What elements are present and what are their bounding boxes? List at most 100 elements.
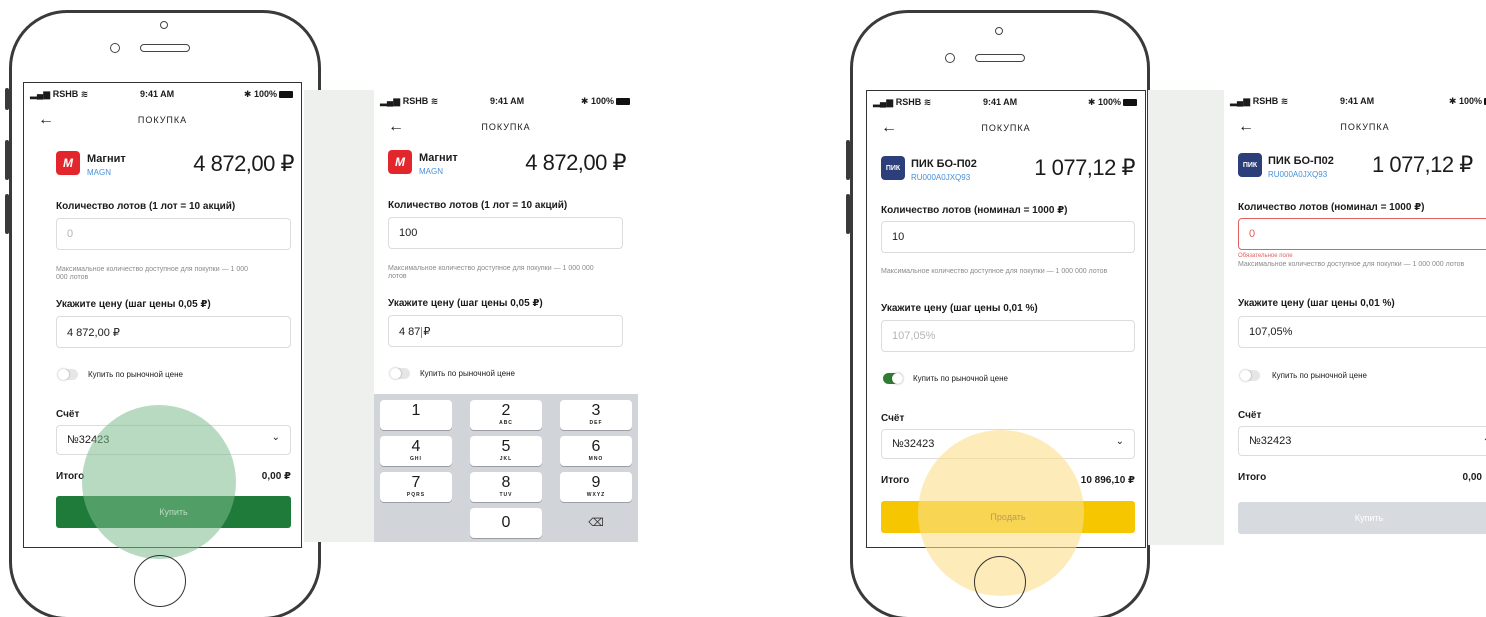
battery-icon <box>1123 99 1137 107</box>
carrier-label: ▂▄▆ RSHB ≋ <box>873 97 932 107</box>
market-price-toggle[interactable] <box>390 368 410 379</box>
nav-bar: ← ПОКУПКА <box>1224 118 1486 136</box>
account-select[interactable]: №32423 ⌄ <box>56 425 291 455</box>
max-lots-hint: Максимальное количество доступное для по… <box>1238 261 1465 268</box>
page-title: ПОКУПКА <box>137 115 188 125</box>
market-price-label: Купить по рыночной цене <box>913 374 1008 383</box>
battery-indicator: ✱ 100% <box>1088 97 1137 108</box>
lots-label: Количество лотов (1 лот = 10 акций) <box>388 200 568 211</box>
account-value: №32423 <box>1249 435 1292 447</box>
security-price: 1 077,12 ₽ <box>1372 152 1473 177</box>
key-5[interactable]: 5 JKL <box>470 436 542 466</box>
security-price: 1 077,12 ₽ <box>1034 155 1135 180</box>
total-value: 0,00 <box>1462 472 1482 483</box>
price-input[interactable]: 4 872,00 ₽ <box>56 316 291 348</box>
numeric-keypad: 1 2 ABC 3 DEF 4 GHI 5 JKL 6 MNO 7 PQRS 8 TUV 9W… <box>374 394 638 542</box>
camera-dot <box>945 53 955 63</box>
market-price-toggle[interactable] <box>58 369 78 380</box>
home-button[interactable] <box>974 556 1026 608</box>
lots-input[interactable]: 0 <box>1238 218 1486 250</box>
security-name: ПИК БО-П02 <box>1268 155 1334 167</box>
buy-button-disabled: Купить <box>1238 502 1486 534</box>
total-label: Итого <box>56 471 85 482</box>
key-3[interactable]: 3 DEF <box>560 400 632 430</box>
battery-indicator: ✱ 100% <box>1449 96 1486 107</box>
price-input[interactable]: 107,05% <box>881 320 1135 352</box>
key-4[interactable]: 4 GHI <box>380 436 452 466</box>
screen-buy-magnit: ▂▄▆ RSHB ≋ 9:41 AM ✱ 100% ← ПОКУПКА M Ма… <box>23 82 302 548</box>
price-label: Укажите цену (шаг цены 0,05 ₽) <box>388 298 543 309</box>
carrier-label: ▂▄▆ RSHB ≋ <box>30 89 89 99</box>
clock: 9:41 AM <box>1340 96 1375 106</box>
price-label: Укажите цену (шаг цены 0,05 ₽) <box>56 299 211 310</box>
account-select[interactable]: №32423 ⌄ <box>1238 426 1486 456</box>
status-bar: ▂▄▆ RSHB ≋ 9:41 AM ✱ 100% <box>374 96 638 110</box>
key-delete[interactable]: ⌫ <box>560 508 632 538</box>
market-price-toggle[interactable] <box>1240 370 1260 381</box>
security-ticker: RU000A0JXQ93 <box>911 173 971 182</box>
max-lots-hint: Максимальное количество доступное для по… <box>388 265 594 280</box>
account-label: Счёт <box>1238 410 1262 421</box>
clock: 9:41 AM <box>983 97 1018 107</box>
battery-indicator: ✱ 100% <box>581 96 630 107</box>
magnit-logo-icon: M <box>56 151 80 175</box>
clock: 9:41 AM <box>140 89 175 99</box>
price-input[interactable]: 4 87 ₽ <box>388 315 623 347</box>
chevron-down-icon: ⌄ <box>1115 436 1124 447</box>
sell-button[interactable]: Продать <box>881 501 1135 533</box>
chevron-down-icon: ⌄ <box>1483 433 1486 444</box>
magnit-logo-icon: M <box>388 150 412 174</box>
clock: 9:41 AM <box>490 96 525 106</box>
camera-dot <box>160 21 168 29</box>
screen-buy-magnit-keypad: ▂▄▆ RSHB ≋ 9:41 AM ✱ 100% ← ПОКУПКА M Ма… <box>374 90 638 542</box>
key-1[interactable]: 1 <box>380 400 452 430</box>
pik-logo-icon: ПИК <box>881 156 905 180</box>
speaker-grille <box>975 54 1025 62</box>
carrier-label: ▂▄▆ RSHB ≋ <box>380 96 439 106</box>
security-name: Магнит <box>87 153 126 165</box>
battery-indicator: ✱ 100% <box>244 89 293 100</box>
buy-button[interactable]: Купить <box>56 496 291 528</box>
security-ticker: MAGN <box>87 168 111 177</box>
key-9[interactable]: 9 WXYZ <box>560 472 632 502</box>
status-bar: ▂▄▆ RSHB ≋ 9:41 AM ✱ 100% <box>1224 96 1486 110</box>
market-price-toggle[interactable] <box>883 373 903 384</box>
account-select[interactable]: №32423 ⌄ <box>881 429 1135 459</box>
battery-icon <box>616 98 630 106</box>
backspace-icon: ⌫ <box>588 517 604 529</box>
account-label: Счёт <box>881 413 905 424</box>
price-input[interactable]: 107,05% <box>1238 316 1486 348</box>
page-title: ПОКУПКА <box>481 122 531 132</box>
page-title: ПОКУПКА <box>981 123 1031 133</box>
security-ticker: RU000A0JXQ93 <box>1268 170 1328 179</box>
key-0[interactable]: 0 <box>470 508 542 538</box>
security-name: ПИК БО-П02 <box>911 158 977 170</box>
screen-buy-pik-error: ▂▄▆ RSHB ≋ 9:41 AM ✱ 100% ← ПОКУПКА ПИК … <box>1224 90 1486 545</box>
price-label: Укажите цену (шаг цены 0,01 %) <box>881 303 1038 314</box>
nav-bar: ← ПОКУПКА <box>24 111 301 129</box>
key-7[interactable]: 7 PQRS <box>380 472 452 502</box>
required-field-error: Обязательное поле <box>1238 253 1293 259</box>
key-8[interactable]: 8 TUV <box>470 472 542 502</box>
home-button[interactable] <box>134 555 186 607</box>
lots-input[interactable]: 0 <box>56 218 291 250</box>
screen-sell-pik: ▂▄▆ RSHB ≋ 9:41 AM ✱ 100% ← ПОКУПКА ПИК … <box>866 90 1146 548</box>
market-price-label: Купить по рыночной цене <box>1272 371 1367 380</box>
market-price-label: Купить по рыночной цене <box>88 370 183 379</box>
security-name: Магнит <box>419 152 458 164</box>
security-price: 4 872,00 ₽ <box>525 150 626 175</box>
security-ticker: MAGN <box>419 167 443 176</box>
camera-dot <box>995 27 1003 35</box>
lots-label: Количество лотов (номинал = 1000 ₽) <box>1238 202 1425 213</box>
carrier-label: ▂▄▆ RSHB ≋ <box>1230 96 1289 106</box>
key-6[interactable]: 6 MNO <box>560 436 632 466</box>
price-input-value: 4 87 <box>399 326 421 338</box>
lots-input[interactable]: 100 <box>388 217 623 249</box>
status-bar: ▂▄▆ RSHB ≋ 9:41 AM ✱ 100% <box>867 97 1145 111</box>
lots-label: Количество лотов (номинал = 1000 ₽) <box>881 205 1068 216</box>
nav-bar: ← ПОКУПКА <box>867 119 1145 137</box>
lots-input[interactable]: 10 <box>881 221 1135 253</box>
market-price-label: Купить по рыночной цене <box>420 369 515 378</box>
lots-label: Количество лотов (1 лот = 10 акций) <box>56 201 236 212</box>
key-2[interactable]: 2 ABC <box>470 400 542 430</box>
